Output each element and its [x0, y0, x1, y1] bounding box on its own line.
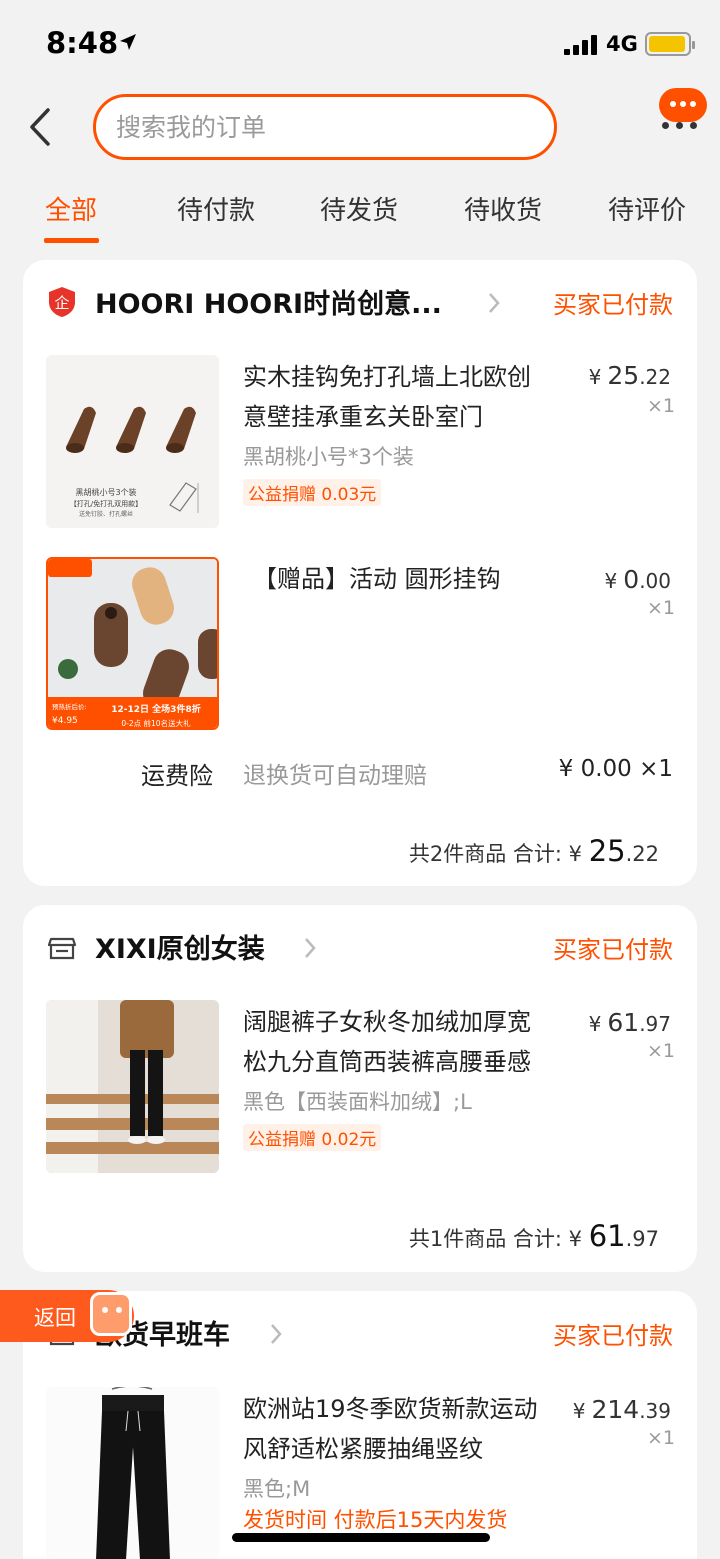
order-status: 买家已付款	[553, 1322, 673, 1350]
product-image	[46, 1387, 219, 1559]
tab-pending-shipment[interactable]: 待发货	[320, 190, 398, 227]
status-time: 8:48	[46, 26, 119, 60]
signal-icon	[564, 35, 600, 55]
shipping-insurance-row[interactable]: 运费险 退换货可自动理赔 ¥ 0.00 ×1	[23, 756, 697, 796]
product-image: 黑胡桃小号3个装 【打孔/免打孔双用款】 送免钉胶、打孔螺丝	[46, 355, 219, 528]
product-spec: 黑色【西装面料加绒】;L	[243, 1090, 472, 1114]
shop-name: HOORI HOORI时尚创意...	[95, 289, 442, 320]
product-quantity: ×1	[646, 1427, 675, 1449]
thumb-banner: 12-12日 全场3件8折	[111, 703, 200, 715]
trousers-model-image	[46, 1000, 219, 1173]
chevron-right-icon	[305, 938, 316, 958]
tab-pending-receipt[interactable]: 待收货	[464, 190, 542, 227]
shipping-time-tag: 发货时间 付款后15天内发货	[243, 1508, 508, 1532]
black-pants-image	[46, 1387, 219, 1559]
wall-hooks-image: 黑胡桃小号3个装 【打孔/免打孔双用款】 送免钉胶、打孔螺丝	[46, 355, 219, 528]
thumb-caption: 黑胡桃小号3个装	[75, 487, 136, 497]
shop-name: XIXI原创女装	[95, 934, 265, 965]
product-quantity: ×1	[646, 597, 675, 619]
product-price: ¥25.22	[588, 361, 671, 390]
order-tabs: 全部 待付款 待发货 待收货 待评价	[0, 178, 720, 246]
product-spec: 黑胡桃小号*3个装	[243, 445, 414, 469]
order-card: 企 HOORI HOORI时尚创意... 买家已付款 黑胡桃小号3个装 【打孔/…	[23, 260, 697, 886]
battery-icon	[645, 32, 695, 56]
product-title: 实木挂钩免打孔墙上北欧创意壁挂承重玄关卧室门	[243, 363, 531, 431]
chevron-right-icon	[489, 293, 500, 313]
active-tab-indicator	[44, 238, 99, 243]
thumb-price: ¥4.95	[52, 716, 78, 726]
tab-all[interactable]: 全部	[45, 190, 97, 227]
tab-pending-review[interactable]: 待评价	[608, 190, 686, 227]
thumb-banner: 0-2点 前10名送大礼	[121, 718, 191, 728]
store-icon	[47, 937, 77, 960]
order-item[interactable]: 阔腿裤子女秋冬加绒加厚宽松九分直筒西装裤高腰垂感 黑色【西装面料加绒】;L 公益…	[23, 1000, 697, 1176]
chevron-right-icon	[271, 1324, 282, 1344]
order-total: 共2件商品 合计: ¥ 25.22	[408, 834, 659, 868]
home-indicator	[232, 1533, 490, 1542]
order-card: XIXI原创女装 买家已付款 阔腿裤子女秋冬加绒加厚宽松九分直筒西装裤高腰垂感 …	[23, 905, 697, 1272]
product-quantity: ×1	[646, 1040, 675, 1062]
thumb-caption: 送免钉胶、打孔螺丝	[79, 510, 133, 518]
enterprise-shield-icon: 企	[49, 287, 75, 317]
float-back-button[interactable]: 返回	[0, 1290, 134, 1342]
search-input[interactable]	[116, 107, 536, 147]
product-image	[46, 1000, 219, 1173]
more-icon[interactable]	[660, 120, 700, 132]
insurance-label: 运费险	[141, 762, 213, 790]
insurance-price: ¥ 0.00 ×1	[558, 756, 673, 782]
product-price: ¥214.39	[572, 1395, 671, 1424]
order-status: 买家已付款	[553, 936, 673, 964]
thumb-price-label: 预热折后价:	[52, 702, 87, 711]
shop-header[interactable]: XIXI原创女装 买家已付款	[23, 905, 697, 989]
search-box[interactable]	[93, 94, 557, 160]
network-label: 4G	[606, 32, 638, 56]
product-title: 阔腿裤子女秋冬加绒加厚宽松九分直筒西装裤高腰垂感	[243, 1008, 531, 1076]
product-title: 【赠品】活动 圆形挂钩	[253, 565, 501, 593]
location-arrow-icon	[120, 34, 136, 50]
order-item[interactable]: 黑胡桃小号3个装 【打孔/免打孔双用款】 送免钉胶、打孔螺丝 实木挂钩免打孔墙上…	[23, 355, 697, 531]
product-quantity: ×1	[646, 395, 675, 417]
charity-tag: 公益捐赠 0.03元	[243, 479, 382, 506]
product-image: 12-12日 全场3件8折 0-2点 前10名送大礼 预热折后价: ¥4.95	[46, 557, 219, 730]
float-back-label: 返回	[34, 1306, 76, 1330]
order-status: 买家已付款	[553, 291, 673, 319]
thumb-caption: 【打孔/免打孔双用款】	[70, 499, 142, 508]
product-title: 欧洲站19冬季欧货新款运动风舒适松紧腰抽绳竖纹	[243, 1395, 538, 1463]
charity-tag: 公益捐赠 0.02元	[243, 1124, 382, 1151]
order-total: 共1件商品 合计: ¥ 61.97	[408, 1219, 659, 1253]
gift-hooks-image: 12-12日 全场3件8折 0-2点 前10名送大礼 预热折后价: ¥4.95	[48, 559, 217, 728]
insurance-desc: 退换货可自动理赔	[243, 763, 427, 789]
order-item[interactable]: 12-12日 全场3件8折 0-2点 前10名送大礼 预热折后价: ¥4.95 …	[23, 557, 697, 733]
shop-header[interactable]: 企 HOORI HOORI时尚创意... 买家已付款	[23, 260, 697, 344]
product-price: ¥0.00	[604, 565, 671, 594]
status-bar: 8:48 4G	[0, 0, 720, 88]
product-spec: 黑色;M	[243, 1477, 311, 1501]
mascot-icon	[90, 1292, 132, 1336]
tab-pending-payment[interactable]: 待付款	[177, 190, 255, 227]
header	[0, 88, 720, 168]
message-icon	[659, 88, 707, 122]
svg-text:企: 企	[54, 294, 69, 312]
product-price: ¥61.97	[588, 1008, 671, 1037]
back-arrow-icon[interactable]	[22, 104, 62, 150]
